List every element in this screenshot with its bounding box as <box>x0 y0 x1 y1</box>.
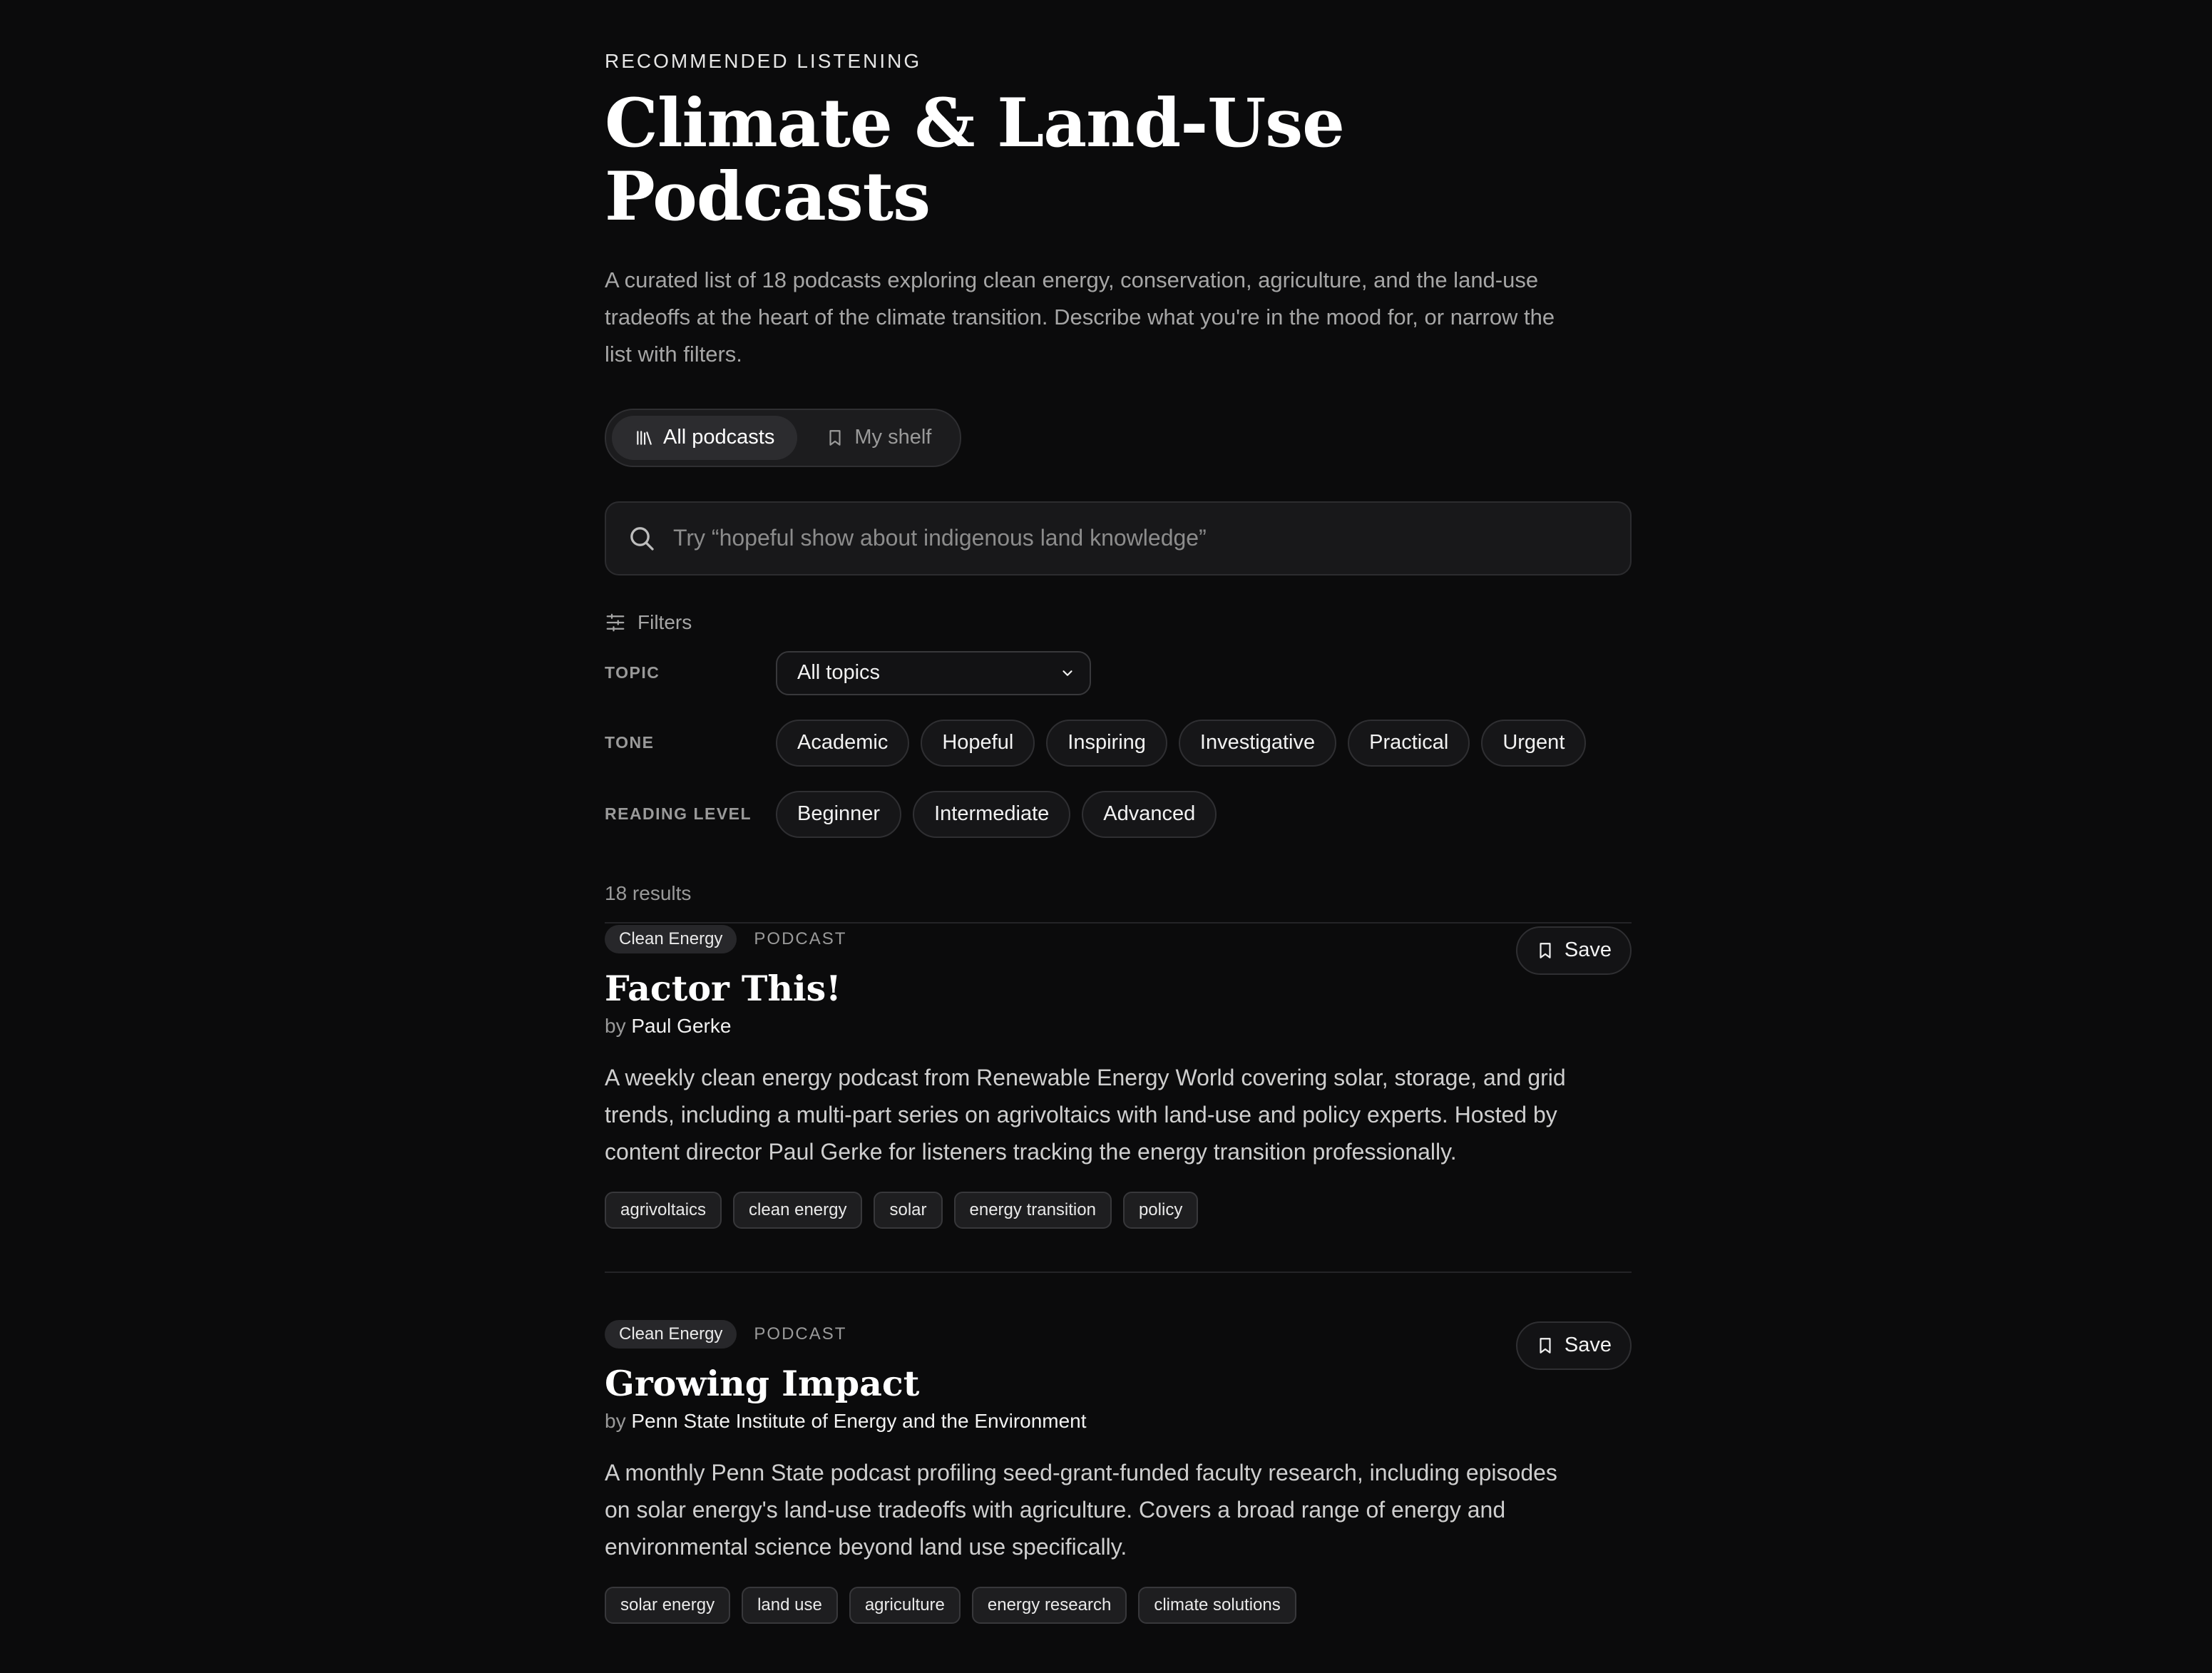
search-icon <box>628 524 656 553</box>
tone-pill-hopeful[interactable]: Hopeful <box>921 719 1035 767</box>
tab-my-shelf-label: My shelf <box>854 426 932 449</box>
podcast-byline: by Paul Gerke <box>605 1015 1632 1038</box>
level-pill-advanced[interactable]: Advanced <box>1082 790 1217 838</box>
tone-label: TONE <box>605 733 655 752</box>
tag[interactable]: energy research <box>971 1586 1127 1624</box>
podcast-description: A monthly Penn State podcast profiling s… <box>605 1459 1557 1560</box>
tag[interactable]: climate solutions <box>1138 1586 1296 1624</box>
card-meta: Clean Energy PODCAST <box>605 1319 1632 1349</box>
tone-pill-investigative[interactable]: Investigative <box>1178 719 1337 767</box>
topic-label: TOPIC <box>605 663 660 682</box>
search-input[interactable] <box>672 524 1630 553</box>
tag[interactable]: solar <box>874 1191 943 1229</box>
tone-row: TONE Academic Hopeful Inspiring Investig… <box>605 719 1632 767</box>
level-pill-beginner[interactable]: Beginner <box>776 790 902 838</box>
tag[interactable]: clean energy <box>733 1191 863 1229</box>
tag[interactable]: agrivoltaics <box>605 1191 722 1229</box>
tone-pill-academic[interactable]: Academic <box>776 719 910 767</box>
page: RECOMMENDED LISTENING Climate & Land-Use… <box>605 0 1632 1667</box>
podcast-byline: by Penn State Institute of Energy and th… <box>605 1410 1632 1433</box>
podcast-title[interactable]: Growing Impact <box>605 1363 1632 1404</box>
divider <box>605 1271 1632 1273</box>
filters-label: Filters <box>638 610 692 633</box>
save-button[interactable]: Save <box>1515 926 1632 975</box>
tone-pills: Academic Hopeful Inspiring Investigative… <box>776 719 1587 767</box>
content-kind: PODCAST <box>754 928 847 948</box>
tone-pill-inspiring[interactable]: Inspiring <box>1046 719 1167 767</box>
chevron-down-icon <box>1060 665 1075 681</box>
tag[interactable]: policy <box>1122 1191 1199 1229</box>
page-title: Climate & Land-Use Podcasts <box>605 84 1345 237</box>
podcast-author: Paul Gerke <box>631 1014 732 1037</box>
category-badge: Clean Energy <box>605 924 737 953</box>
tab-all-podcasts[interactable]: All podcasts <box>612 415 798 460</box>
by-prefix: by <box>605 1014 626 1037</box>
save-label: Save <box>1564 938 1612 962</box>
tag[interactable]: solar energy <box>605 1586 731 1624</box>
podcast-description: A weekly clean energy podcast from Renew… <box>605 1064 1566 1165</box>
bookmark-icon <box>826 429 844 447</box>
tag[interactable]: agriculture <box>849 1586 961 1624</box>
bookmark-icon <box>1536 1336 1555 1355</box>
tag[interactable]: land use <box>742 1586 838 1624</box>
by-prefix: by <box>605 1409 626 1432</box>
library-icon <box>635 429 653 447</box>
category-badge: Clean Energy <box>605 1319 737 1349</box>
podcast-title[interactable]: Factor This! <box>605 968 1632 1009</box>
view-toggle: All podcasts My shelf <box>605 408 962 467</box>
tone-pill-practical[interactable]: Practical <box>1348 719 1470 767</box>
reading-level-row: READING LEVEL Beginner Intermediate Adva… <box>605 790 1632 838</box>
intro-text: A curated list of 18 podcasts exploring … <box>605 267 1555 367</box>
card-meta: Clean Energy PODCAST <box>605 924 1632 953</box>
reading-level-label: READING LEVEL <box>605 804 752 824</box>
tag[interactable]: energy transition <box>953 1191 1112 1229</box>
save-label: Save <box>1564 1334 1612 1357</box>
content-kind: PODCAST <box>754 1324 847 1344</box>
podcast-card: Clean Energy PODCAST Save Growing Impact… <box>605 1319 1632 1667</box>
podcast-author: Penn State Institute of Energy and the E… <box>631 1409 1087 1432</box>
tab-all-podcasts-label: All podcasts <box>663 426 775 449</box>
sliders-icon <box>605 612 626 633</box>
tag-list: solar energy land use agriculture energy… <box>605 1586 1632 1624</box>
eyebrow: RECOMMENDED LISTENING <box>605 50 922 72</box>
save-button[interactable]: Save <box>1515 1321 1632 1370</box>
topic-row: TOPIC All topics <box>605 650 1632 695</box>
topic-select-value: All topics <box>797 661 881 685</box>
tag-list: agrivoltaics clean energy solar energy t… <box>605 1191 1632 1229</box>
filters-toggle[interactable]: Filters <box>605 611 1632 634</box>
topic-select[interactable]: All topics <box>776 650 1091 695</box>
tab-my-shelf[interactable]: My shelf <box>803 416 954 460</box>
tone-pill-urgent[interactable]: Urgent <box>1481 719 1587 767</box>
search-bar <box>605 501 1632 575</box>
results-count: 18 results <box>605 881 692 904</box>
podcast-card: Clean Energy PODCAST Save Factor This! b… <box>605 924 1632 1272</box>
level-pill-intermediate[interactable]: Intermediate <box>913 790 1071 838</box>
reading-level-pills: Beginner Intermediate Advanced <box>776 790 1217 838</box>
divider <box>605 921 1632 924</box>
bookmark-icon <box>1536 941 1555 960</box>
